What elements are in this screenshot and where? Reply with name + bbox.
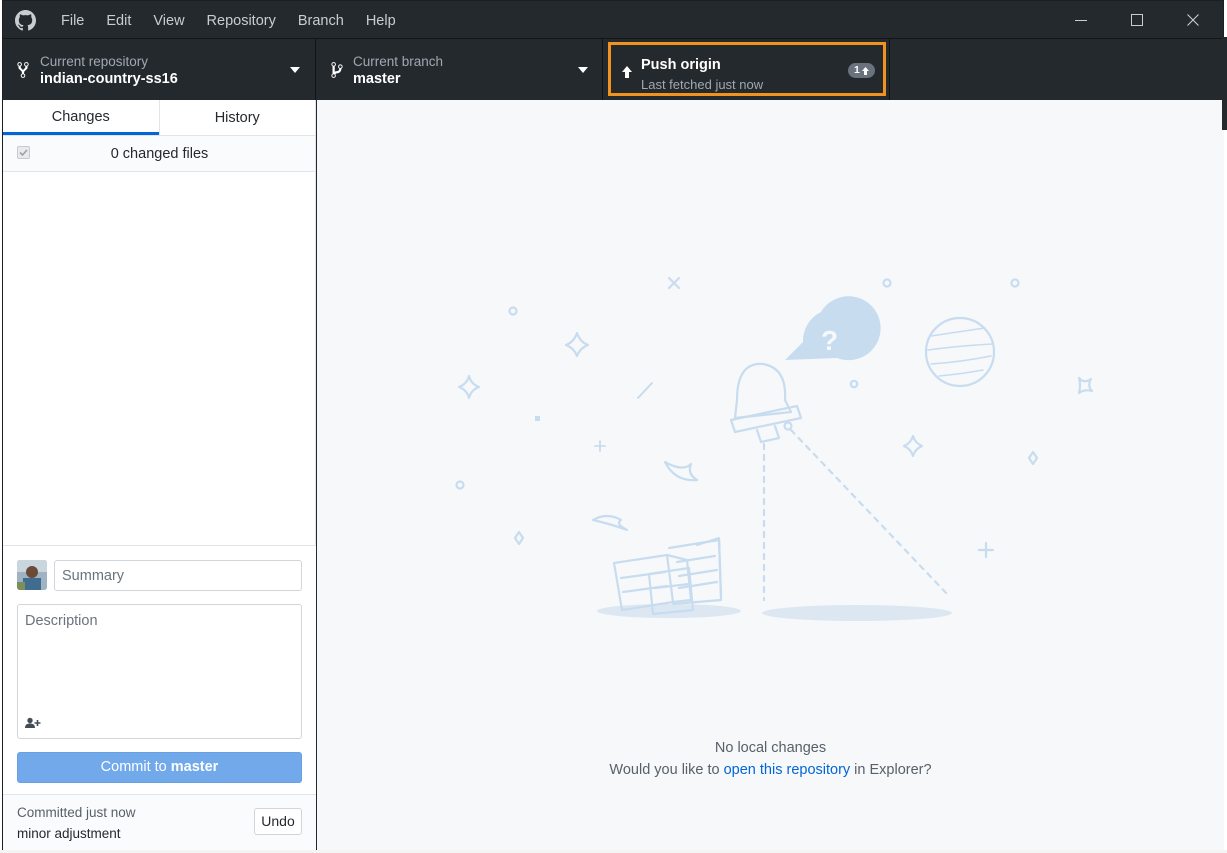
repo-fork-icon xyxy=(17,62,29,78)
menu-repository[interactable]: Repository xyxy=(196,1,287,38)
push-highlight: Push origin Last fetched just now 1 xyxy=(608,42,886,96)
app-window: File Edit View Repository Branch Help Cu… xyxy=(2,0,1224,850)
menu-bar: File Edit View Repository Branch Help xyxy=(50,1,407,38)
description-input[interactable] xyxy=(18,605,301,713)
menu-branch[interactable]: Branch xyxy=(287,1,355,38)
repo-name: indian-country-ss16 xyxy=(40,71,178,87)
changed-files-count: 0 changed files xyxy=(110,146,209,162)
commit-button-branch: master xyxy=(170,759,219,775)
minimize-button[interactable] xyxy=(1053,1,1109,38)
close-button[interactable] xyxy=(1165,1,1221,38)
open-repository-link[interactable]: open this repository xyxy=(724,762,851,778)
push-origin-button[interactable]: Push origin Last fetched just now 1 xyxy=(603,39,890,101)
sidebar: Changes History 0 changed files Summary … xyxy=(3,100,316,850)
undo-button[interactable]: Undo xyxy=(254,808,302,835)
repo-label: Current repository xyxy=(40,54,149,69)
commit-form: Commit to master xyxy=(3,545,316,795)
ahead-count: 1 xyxy=(854,64,860,76)
svg-text:?: ? xyxy=(821,325,838,356)
summary-input[interactable] xyxy=(54,560,302,591)
main-panel: ? No local changes Would you like to ope… xyxy=(317,100,1224,850)
maximize-icon xyxy=(1131,13,1143,26)
tab-history[interactable]: History xyxy=(158,100,316,135)
chevron-down-icon xyxy=(290,67,300,73)
branch-label: Current branch xyxy=(353,54,444,69)
maximize-button[interactable] xyxy=(1109,1,1165,38)
changed-files-header: 0 changed files xyxy=(3,136,315,172)
last-commit-status: Committed just now xyxy=(17,805,136,820)
add-coauthor-icon[interactable] xyxy=(25,717,41,729)
last-commit-message: minor adjustment xyxy=(17,826,121,841)
title-bar: File Edit View Repository Branch Help xyxy=(3,1,1223,38)
empty-state-prefix: Would you like to xyxy=(609,762,724,778)
repository-dropdown[interactable]: Current repository indian-country-ss16 xyxy=(3,39,316,101)
close-icon xyxy=(1187,13,1199,26)
ahead-count-badge: 1 xyxy=(848,63,875,78)
arrow-up-small-icon xyxy=(861,66,869,75)
minimize-icon xyxy=(1075,19,1087,21)
background-window-edge xyxy=(1222,37,1227,130)
empty-state-illustration: ? xyxy=(455,276,1094,621)
menu-help[interactable]: Help xyxy=(355,1,407,38)
menu-file[interactable]: File xyxy=(50,1,95,38)
commit-button-label: Commit to xyxy=(100,759,171,775)
git-branch-icon xyxy=(331,62,343,78)
branch-name: master xyxy=(353,71,401,87)
avatar-image xyxy=(17,560,47,590)
file-list xyxy=(3,172,315,545)
tab-changes[interactable]: Changes xyxy=(3,100,159,135)
last-commit-panel: Committed just now minor adjustment Undo xyxy=(3,794,316,850)
push-title: Push origin xyxy=(641,57,721,73)
empty-state-suffix: in Explorer? xyxy=(850,762,932,778)
toolbar: Current repository indian-country-ss16 C… xyxy=(3,38,1223,101)
branch-dropdown[interactable]: Current branch master xyxy=(316,39,603,101)
avatar xyxy=(17,560,47,590)
empty-state-title: No local changes xyxy=(714,740,827,756)
menu-edit[interactable]: Edit xyxy=(95,1,142,38)
empty-state-message: Would you like to open this repository i… xyxy=(317,762,1224,778)
menu-view[interactable]: View xyxy=(142,1,195,38)
commit-button[interactable]: Commit to master xyxy=(17,752,302,783)
sidebar-tabs: Changes History xyxy=(3,100,315,136)
chevron-down-icon xyxy=(578,67,588,73)
description-field[interactable] xyxy=(17,604,302,739)
push-subtitle: Last fetched just now xyxy=(641,77,764,92)
arrow-up-icon xyxy=(622,66,632,78)
github-logo-icon[interactable] xyxy=(15,10,36,31)
